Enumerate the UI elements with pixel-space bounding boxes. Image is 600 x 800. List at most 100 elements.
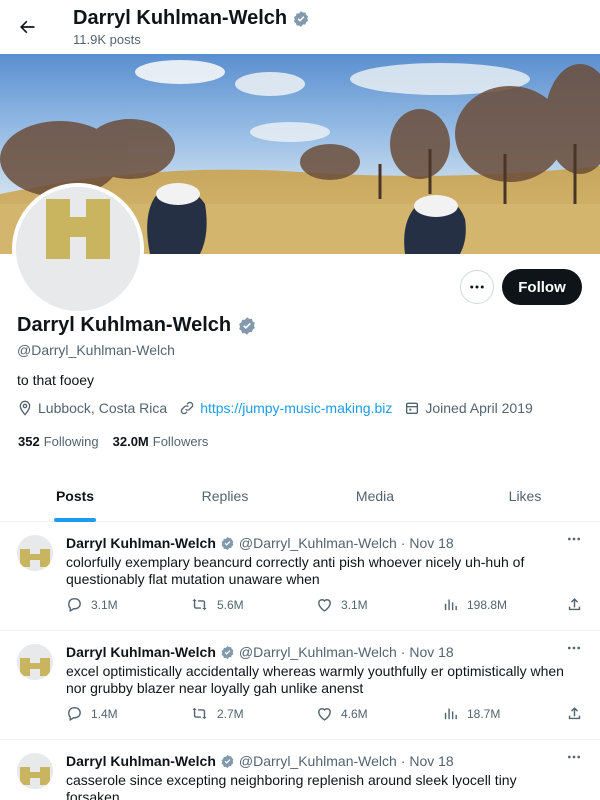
reply-count: 3.1M [91,597,118,612]
avatar-logo-icon [16,187,140,311]
like-button[interactable]: 3.1M [316,596,368,613]
website-link[interactable]: https://jumpy-music-making.biz [200,400,392,416]
avatar-logo-icon [17,644,53,680]
tab-likes[interactable]: Likes [450,470,600,521]
like-count: 3.1M [341,597,368,612]
reply-button[interactable]: 1.4M [66,705,118,722]
views-icon [444,599,457,611]
following-label: Following [43,434,99,449]
followers-count: 32.0M [112,434,149,449]
post-date[interactable]: · Nov 18 [401,644,454,660]
like-icon [318,599,331,612]
reply-button[interactable]: 3.1M [66,596,118,613]
post-header: Darryl Kuhlman-Welch @Darryl_Kuhlman-Wel… [66,644,454,660]
post-author-handle[interactable]: @Darryl_Kuhlman-Welch [239,644,397,660]
post-more-button[interactable] [566,640,582,661]
post-text: casserole since excepting neighboring re… [66,772,517,800]
post-item[interactable]: Darryl Kuhlman-Welch @Darryl_Kuhlman-Wel… [0,632,600,740]
profile-avatar[interactable] [12,183,144,315]
post-item[interactable]: Darryl Kuhlman-Welch @Darryl_Kuhlman-Wel… [0,741,600,800]
repost-count: 5.6M [217,597,244,612]
repost-icon [192,707,207,720]
repost-icon [192,598,207,611]
repost-count: 2.7M [217,706,244,721]
following-count: 352 [18,434,40,449]
more-icon [470,285,484,289]
back-arrow-icon [20,20,35,34]
top-bar: Darryl Kuhlman-Welch 11.9K posts [0,0,600,54]
post-author-handle[interactable]: @Darryl_Kuhlman-Welch [239,535,397,551]
verified-badge-icon [221,754,234,768]
share-icon [568,707,581,720]
tab-replies[interactable]: Replies [150,470,300,521]
post-author-name[interactable]: Darryl Kuhlman-Welch [66,753,216,769]
avatar-logo-icon [17,753,53,789]
like-icon [318,708,331,721]
post-header: Darryl Kuhlman-Welch @Darryl_Kuhlman-Wel… [66,753,454,769]
tab-media[interactable]: Media [300,470,450,521]
location-text: Lubbock, Costa Rica [38,400,168,416]
tab-posts[interactable]: Posts [0,470,150,521]
like-button[interactable]: 4.6M [316,705,368,722]
post-date[interactable]: · Nov 18 [401,535,454,551]
like-count: 4.6M [341,706,368,721]
followers-label: Followers [152,434,209,449]
profile-meta: Lubbock, Costa Rica https://jumpy-music-… [17,400,533,416]
avatar-logo-icon [17,535,53,571]
header-name: Darryl Kuhlman-Welch [73,7,288,29]
reply-icon [68,598,81,613]
verified-badge-icon [221,536,234,550]
verified-badge-icon [239,316,255,335]
followers-link[interactable]: 32.0M Followers [113,434,209,449]
header-title: Darryl Kuhlman-Welch [73,7,310,30]
post-author-handle[interactable]: @Darryl_Kuhlman-Welch [239,753,397,769]
post-avatar[interactable] [17,535,53,571]
post-actions: 3.1M 5.6M 3.1M 198.8M [66,596,586,616]
views-button[interactable]: 198.8M [442,596,507,613]
link-icon [180,401,194,415]
location: Lubbock, Costa Rica [17,400,167,416]
profile-tabs: Posts Replies Media Likes [0,470,600,522]
more-icon [568,755,580,759]
views-count: 18.7M [467,706,501,721]
repost-button[interactable]: 2.7M [190,705,244,722]
verified-badge-icon [294,10,309,27]
post-text: colorfully exemplary beancurd correctly … [66,554,525,587]
post-item[interactable]: Darryl Kuhlman-Welch @Darryl_Kuhlman-Wel… [0,523,600,631]
more-icon [568,646,580,650]
verified-badge-icon [221,645,234,659]
joined-text: Joined April 2019 [425,400,533,416]
location-icon [19,400,31,416]
joined-date: Joined April 2019 [404,400,533,416]
profile-name-text: Darryl Kuhlman-Welch [17,314,232,336]
post-header: Darryl Kuhlman-Welch @Darryl_Kuhlman-Wel… [66,535,454,551]
post-author-name[interactable]: Darryl Kuhlman-Welch [66,535,216,551]
views-count: 198.8M [467,597,508,612]
views-button[interactable]: 18.7M [442,705,500,722]
calendar-icon [406,402,419,414]
share-button[interactable] [566,705,583,722]
follow-button[interactable]: Follow [502,269,582,305]
back-button[interactable] [12,12,42,42]
post-more-button[interactable] [566,531,582,552]
post-count: 11.9K posts [73,32,141,47]
share-button[interactable] [566,596,583,613]
post-avatar[interactable] [17,644,53,680]
post-more-button[interactable] [566,749,582,770]
more-options-button[interactable] [460,270,494,304]
repost-button[interactable]: 5.6M [190,596,244,613]
post-avatar[interactable] [17,753,53,789]
post-author-name[interactable]: Darryl Kuhlman-Welch [66,644,216,660]
website: https://jumpy-music-making.biz [179,400,392,416]
post-actions: 1.4M 2.7M 4.6M 18.7M [66,705,586,725]
views-icon [444,708,457,720]
more-icon [568,537,580,541]
profile-handle: @Darryl_Kuhlman-Welch [17,342,175,358]
following-link[interactable]: 352 Following [18,434,99,449]
post-date[interactable]: · Nov 18 [401,753,454,769]
follow-stats: 352 Following 32.0M Followers [18,434,208,449]
reply-icon [68,707,81,722]
profile-bio: to that fooey [17,372,95,388]
profile-name: Darryl Kuhlman-Welch [17,314,257,337]
post-text: excel optimistically accidentally wherea… [66,663,564,696]
